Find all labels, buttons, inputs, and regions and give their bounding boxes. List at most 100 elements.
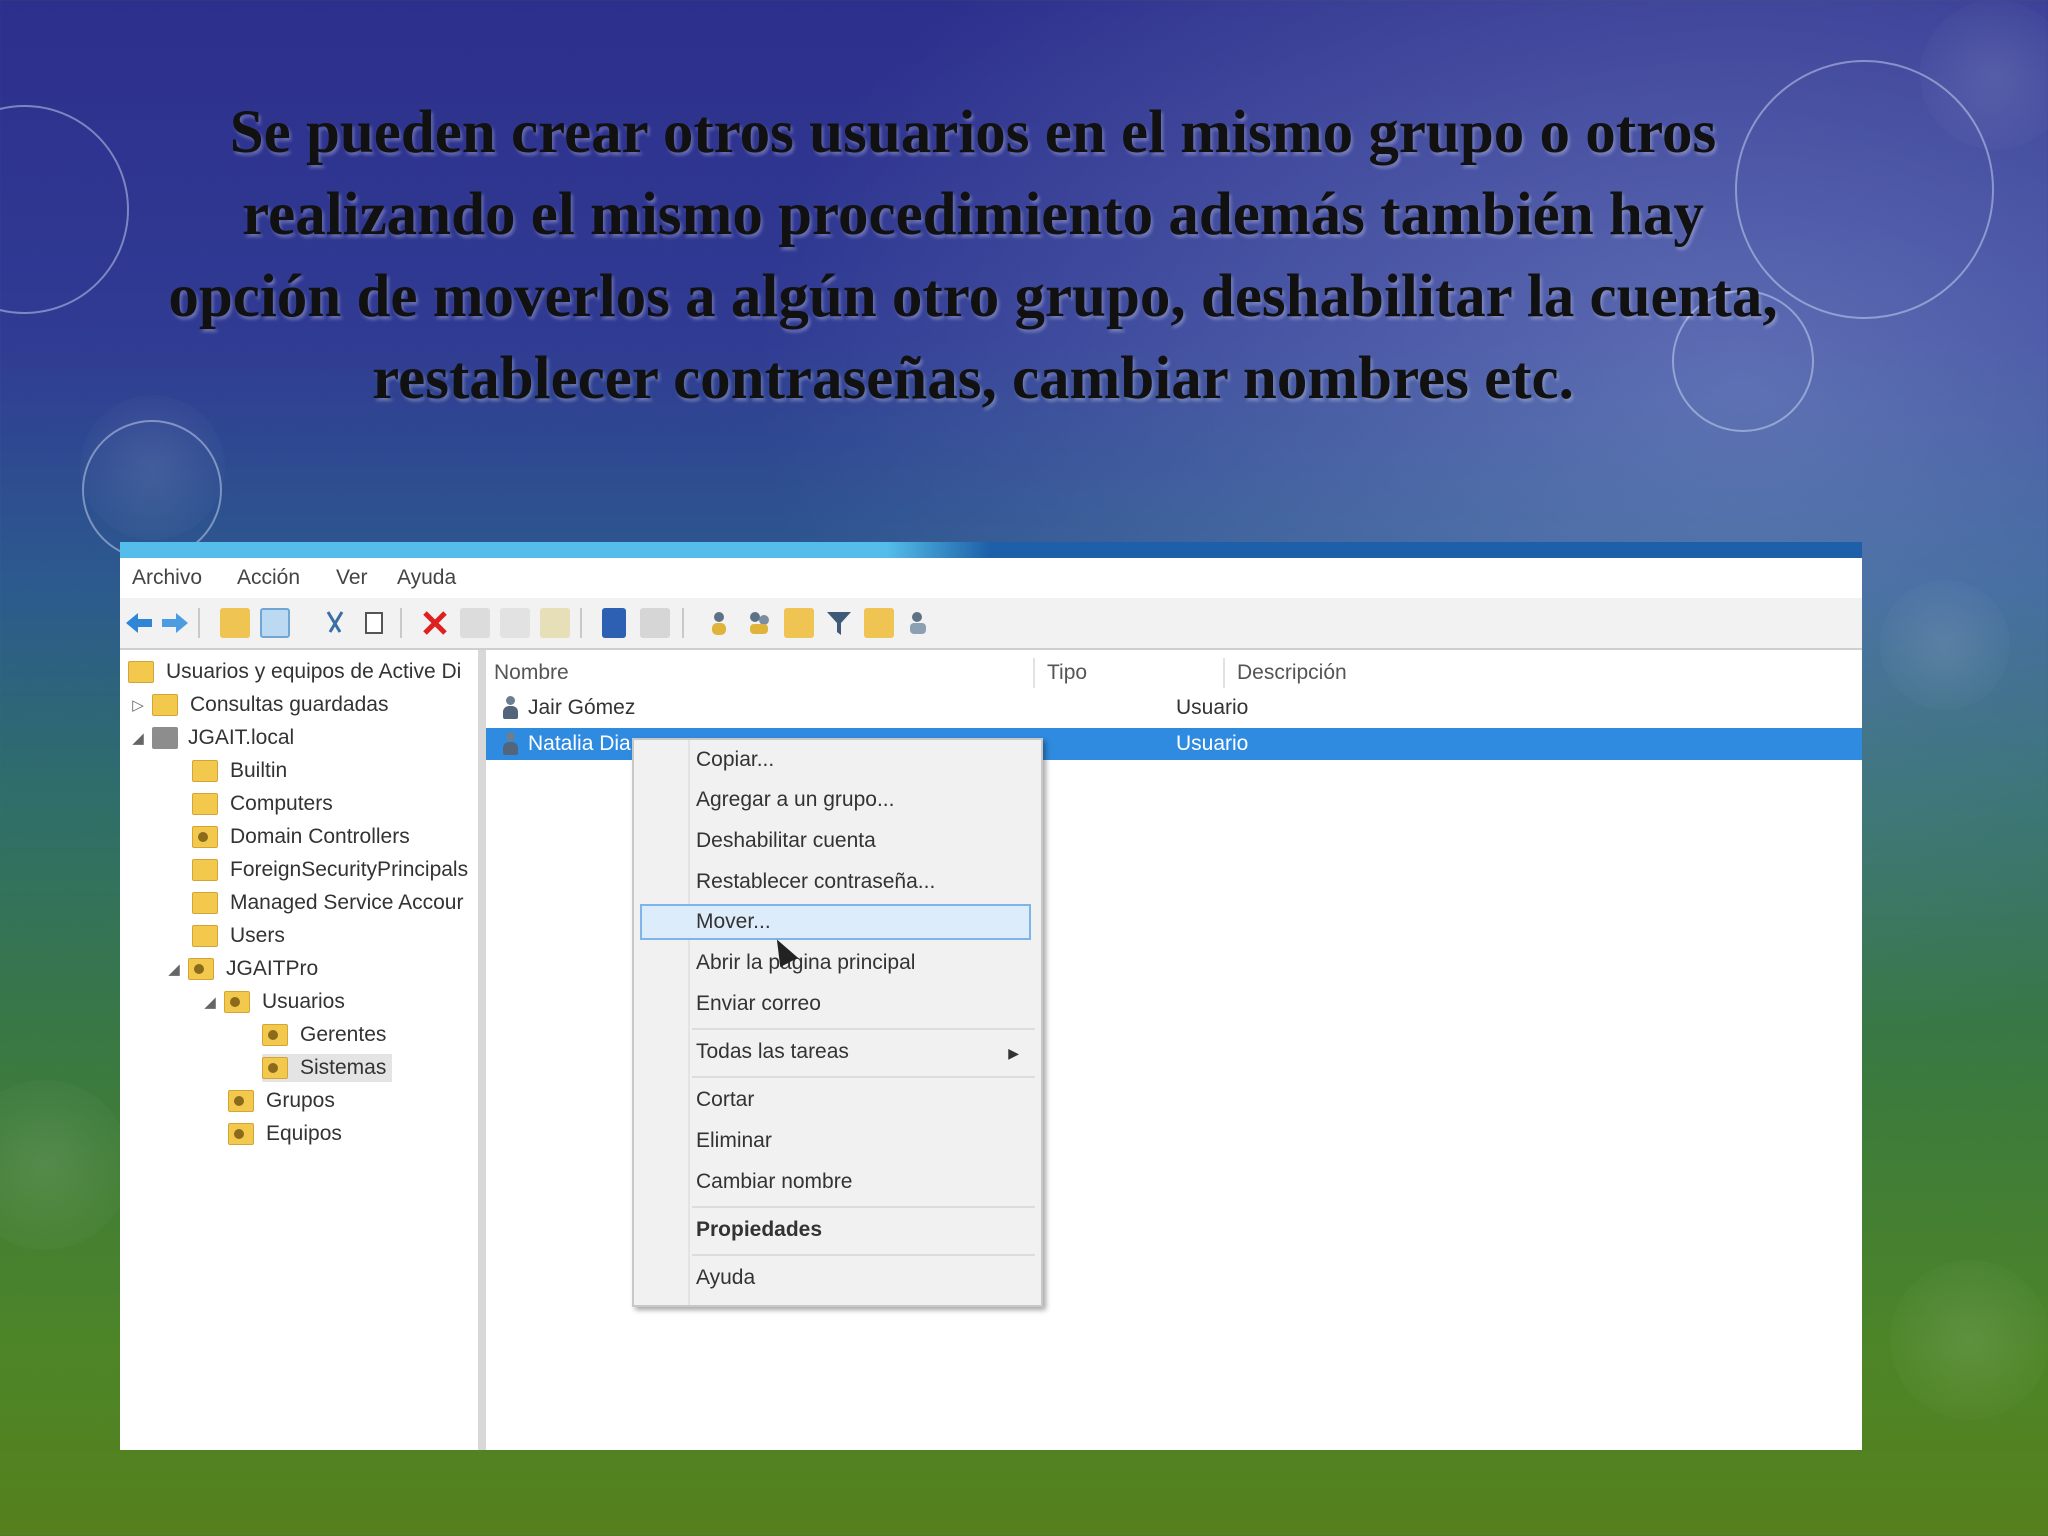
- folder-icon: [192, 793, 218, 815]
- add-to-group-icon[interactable]: [904, 608, 934, 638]
- find-icon[interactable]: [864, 608, 894, 638]
- menu-gutter: [688, 740, 690, 1305]
- tree-label: Usuarios: [262, 990, 345, 1013]
- menu-item-reset-password[interactable]: Restablecer contraseña...: [696, 864, 935, 900]
- new-ou-icon[interactable]: [784, 608, 814, 638]
- tree-ou-equipos[interactable]: Equipos: [228, 1120, 342, 1148]
- collapse-arrow-icon[interactable]: ◢: [202, 993, 218, 1011]
- tree-builtin[interactable]: Builtin: [192, 757, 287, 785]
- menu-separator: [692, 1254, 1035, 1256]
- properties-icon[interactable]: [460, 608, 490, 638]
- ou-folder-icon: [262, 1057, 288, 1079]
- folder-icon: [192, 760, 218, 782]
- new-user-icon[interactable]: [704, 608, 734, 638]
- user-type: Usuario: [1176, 732, 1249, 755]
- ou-folder-icon: [224, 991, 250, 1013]
- tree-ou-usuarios[interactable]: ◢ Usuarios: [202, 988, 345, 1016]
- tree-domain-controllers[interactable]: Domain Controllers: [192, 823, 410, 851]
- tree-saved-queries[interactable]: ▷ Consultas guardadas: [130, 691, 388, 719]
- toolbar-separator: [400, 608, 402, 638]
- toolbar: [120, 598, 1862, 650]
- menu-accion[interactable]: Acción: [237, 566, 300, 590]
- user-type: Usuario: [1176, 696, 1249, 719]
- menu-item-disable-account[interactable]: Deshabilitar cuenta: [696, 823, 876, 859]
- folder-icon: [152, 694, 178, 716]
- menu-ver[interactable]: Ver: [336, 566, 368, 590]
- bubble-decoration: [1880, 580, 2010, 710]
- menu-item-copy[interactable]: Copiar...: [696, 742, 774, 778]
- tree-ou-grupos[interactable]: Grupos: [228, 1087, 335, 1115]
- tree-foreign-security-principals[interactable]: ForeignSecurityPrincipals: [192, 856, 468, 884]
- tree-label: Domain Controllers: [230, 825, 410, 848]
- delete-icon[interactable]: [420, 608, 450, 638]
- view-icon[interactable]: [640, 608, 670, 638]
- collapse-arrow-icon[interactable]: ◢: [166, 960, 182, 978]
- column-header-description[interactable]: Descripción: [1229, 658, 1849, 688]
- forward-arrow-icon[interactable]: [160, 608, 190, 638]
- menu-bar: Archivo Acción Ver Ayuda: [120, 558, 1862, 598]
- menu-item-move[interactable]: Mover...: [696, 904, 771, 940]
- tree-ou-sistemas[interactable]: Sistemas: [262, 1054, 393, 1082]
- tree-label: JGAIT.local: [188, 726, 295, 749]
- submenu-arrow-icon: ▶: [1008, 1045, 1019, 1061]
- window-title-strip: [120, 542, 1862, 558]
- tree-root[interactable]: Usuarios y equipos de Active Di: [128, 658, 461, 686]
- menu-item-rename[interactable]: Cambiar nombre: [696, 1164, 852, 1200]
- toolbar-separator: [580, 608, 582, 638]
- menu-item-help[interactable]: Ayuda: [696, 1260, 755, 1296]
- bubble-decoration: [82, 420, 222, 560]
- cut-icon[interactable]: [320, 608, 350, 638]
- tree-ou-gerentes[interactable]: Gerentes: [262, 1021, 386, 1049]
- ou-folder-icon: [188, 958, 214, 980]
- table-row[interactable]: Jair Gómez Usuario: [486, 692, 1862, 724]
- up-folder-icon[interactable]: [220, 608, 250, 638]
- menu-item-delete[interactable]: Eliminar: [696, 1123, 772, 1159]
- collapse-arrow-icon[interactable]: ◢: [130, 729, 146, 747]
- menu-item-all-tasks[interactable]: Todas las tareas: [696, 1034, 849, 1070]
- column-header-type[interactable]: Tipo: [1039, 658, 1225, 688]
- menu-separator: [692, 1206, 1035, 1208]
- folder-icon: [192, 892, 218, 914]
- tree-domain[interactable]: ◢ JGAIT.local: [130, 724, 294, 752]
- export-list-icon[interactable]: [540, 608, 570, 638]
- tree-label: Equipos: [266, 1122, 342, 1145]
- tree-label: Managed Service Accour: [230, 891, 464, 914]
- tree-label: Gerentes: [300, 1023, 387, 1046]
- user-name: Jair Gómez: [528, 696, 636, 719]
- ou-folder-icon: [228, 1090, 254, 1112]
- tree-ou-jgaitpro[interactable]: ◢ JGAITPro: [166, 955, 318, 983]
- tree-label: Builtin: [230, 759, 288, 782]
- menu-item-properties[interactable]: Propiedades: [696, 1212, 822, 1248]
- new-group-icon[interactable]: [744, 608, 774, 638]
- console-tree: Usuarios y equipos de Active Di ▷ Consul…: [120, 650, 486, 1450]
- column-header-name[interactable]: Nombre: [486, 658, 1035, 688]
- menu-item-send-mail[interactable]: Enviar correo: [696, 986, 821, 1022]
- menu-item-add-to-group[interactable]: Agregar a un grupo...: [696, 782, 894, 818]
- menu-item-cut[interactable]: Cortar: [696, 1082, 754, 1118]
- tree-users[interactable]: Users: [192, 922, 285, 950]
- filter-icon[interactable]: [824, 608, 854, 638]
- refresh-icon[interactable]: [500, 608, 530, 638]
- directory-icon: [128, 661, 154, 683]
- menu-item-open-home-page[interactable]: Abrir la página principal: [696, 945, 915, 981]
- menu-archivo[interactable]: Archivo: [132, 566, 202, 590]
- tree-managed-service-accounts[interactable]: Managed Service Accour: [192, 889, 463, 917]
- menu-separator: [692, 1028, 1035, 1030]
- help-icon[interactable]: [602, 608, 626, 638]
- menu-separator: [692, 1076, 1035, 1078]
- expand-arrow-icon[interactable]: ▷: [130, 696, 146, 714]
- ou-folder-icon: [228, 1123, 254, 1145]
- tree-label: ForeignSecurityPrincipals: [230, 858, 469, 881]
- bubble-decoration: [0, 105, 129, 314]
- copy-icon[interactable]: [360, 608, 390, 638]
- show-console-tree-icon[interactable]: [260, 608, 290, 638]
- menu-ayuda[interactable]: Ayuda: [397, 566, 456, 590]
- tree-label: Users: [230, 924, 285, 947]
- tree-label: Computers: [230, 792, 333, 815]
- domain-icon: [152, 727, 178, 749]
- user-icon: [502, 732, 518, 756]
- tree-label: Grupos: [266, 1089, 335, 1112]
- back-arrow-icon[interactable]: [124, 608, 154, 638]
- tree-computers[interactable]: Computers: [192, 790, 333, 818]
- user-name: Natalia Dia: [528, 732, 631, 755]
